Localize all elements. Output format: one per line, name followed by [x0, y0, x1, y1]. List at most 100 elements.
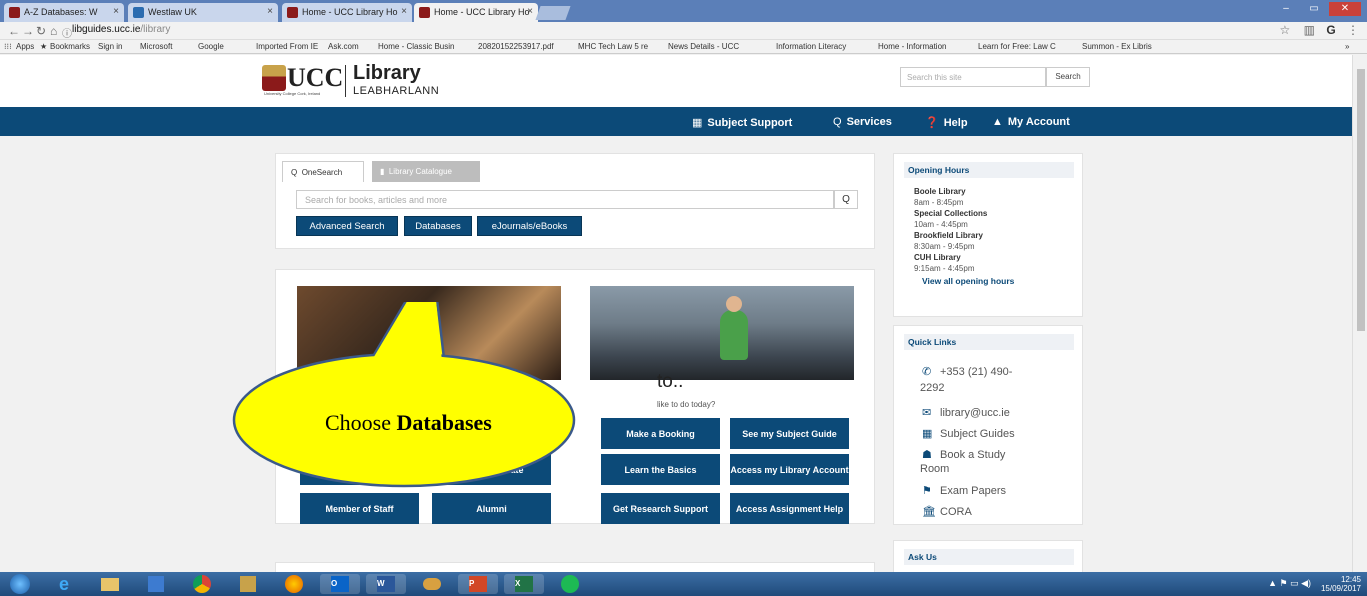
onesearch-search-button[interactable]: Q	[834, 190, 858, 209]
nav-help[interactable]: ❓ Help	[925, 116, 968, 129]
new-tab-button[interactable]	[535, 6, 571, 20]
home-icon[interactable]: ⌂	[50, 24, 57, 38]
bookmark-apps[interactable]: Apps	[16, 42, 34, 51]
opening-hours-list: Boole Library 8am - 8:45pm Special Colle…	[894, 178, 1082, 274]
web-page: UCC University College Cork, Ireland Lib…	[0, 55, 1352, 572]
start-button-icon[interactable]	[2, 574, 38, 594]
site-search-input[interactable]: Search this site	[900, 67, 1046, 87]
hours-time: 8:30am - 9:45pm	[914, 242, 975, 251]
tile-access-assignment-help[interactable]: Access Assignment Help	[730, 493, 849, 524]
outlook-icon[interactable]: O	[320, 574, 360, 594]
card-icon: ▦	[692, 117, 703, 129]
close-icon[interactable]: ×	[401, 6, 407, 17]
cora-link[interactable]: 🏛 CORA	[922, 505, 972, 518]
tab-library-catalogue[interactable]: ▮ Library Catalogue	[372, 161, 480, 182]
apps-icon[interactable]: ⁝⁝⁝	[4, 42, 12, 51]
clock[interactable]: 12:45 15/09/2017	[1321, 575, 1361, 593]
forward-icon[interactable]: →	[22, 24, 34, 38]
browser-tab-1[interactable]: A-Z Databases: W ×	[4, 3, 124, 22]
star-icon[interactable]: ☆	[1280, 23, 1291, 37]
opening-hours-box: Opening Hours Boole Library 8am - 8:45pm…	[893, 153, 1083, 317]
bookmark-imported-ie[interactable]: Imported From IE	[256, 42, 318, 51]
bookmark-google[interactable]: Google	[198, 42, 224, 51]
more-bookmarks-icon[interactable]: »	[1345, 42, 1349, 51]
tile-see-my-subject-guide[interactable]: See my Subject Guide	[730, 418, 849, 449]
want-to-subheading: like to do today?	[657, 400, 716, 409]
url-field[interactable]: libguides.ucc.ie/library	[72, 24, 170, 35]
minimize-icon[interactable]: –	[1273, 2, 1299, 16]
maximize-icon[interactable]: ▭	[1301, 2, 1327, 16]
nav-services[interactable]: Q Services	[833, 116, 892, 128]
page-scrollbar[interactable]	[1352, 55, 1367, 572]
ie-icon[interactable]: e	[44, 574, 84, 594]
app-icon[interactable]	[412, 574, 452, 594]
hours-place: Special Collections	[914, 209, 988, 218]
firefox-icon[interactable]	[274, 574, 314, 594]
ask-us-title: Ask Us	[904, 549, 1074, 565]
close-icon[interactable]: ×	[527, 6, 533, 17]
exam-papers-label: Exam Papers	[940, 485, 1007, 497]
back-icon[interactable]: ←	[8, 24, 20, 38]
bookmark-pdf[interactable]: 20820152253917.pdf	[478, 42, 554, 51]
nav-my-account[interactable]: ▲ My Account	[992, 116, 1070, 128]
tab-onesearch-label: OneSearch	[301, 168, 343, 177]
bookmark-ask[interactable]: Ask.com	[328, 42, 359, 51]
tab-favicon-icon	[287, 7, 298, 18]
bookmark-mhc-tech-law[interactable]: MHC Tech Law 5 re	[578, 42, 648, 51]
bookmark-bookmarks[interactable]: Bookmarks	[50, 42, 90, 51]
media-player-icon[interactable]	[136, 574, 176, 594]
bookmark-information-literacy[interactable]: Information Literacy	[776, 42, 846, 51]
group-icon: ☗	[922, 449, 932, 461]
ejournals-ebooks-button[interactable]: eJournals/eBooks	[477, 216, 582, 236]
cora-label: CORA	[940, 506, 972, 518]
close-icon[interactable]: ×	[267, 6, 273, 17]
ask-us-box: Ask Us	[893, 540, 1083, 572]
phone-link[interactable]: ✆ +353 (21) 490-	[922, 365, 1012, 378]
book-study-room-link[interactable]: ☗ Book a Study	[922, 448, 1005, 461]
extension-g-icon[interactable]: G	[1326, 23, 1335, 37]
site-search-button[interactable]: Search	[1046, 67, 1090, 87]
info-icon[interactable]: ⓘ	[62, 25, 72, 40]
hours-place: Brookfield Library	[914, 231, 983, 240]
close-icon[interactable]: ×	[113, 6, 119, 17]
file-explorer-icon[interactable]	[90, 574, 130, 594]
tab-onesearch[interactable]: Q OneSearch	[282, 161, 364, 182]
bookmark-news-details[interactable]: News Details - UCC	[668, 42, 739, 51]
scrollbar-thumb[interactable]	[1357, 69, 1365, 331]
spotify-icon[interactable]	[550, 574, 590, 594]
chrome-icon[interactable]	[182, 574, 222, 594]
nav-label: Help	[943, 117, 968, 129]
email-link[interactable]: ✉ library@ucc.ie	[922, 406, 1010, 419]
nav-subject-support[interactable]: ▦ Subject Support	[692, 116, 792, 129]
menu-icon[interactable]: ⋮	[1347, 23, 1359, 37]
reload-icon[interactable]: ↻	[36, 24, 46, 38]
extensions-icon[interactable]: ▥	[1304, 23, 1315, 37]
bookmark-microsoft[interactable]: Microsoft	[140, 42, 172, 51]
bookmark-home-information[interactable]: Home - Information	[878, 42, 946, 51]
bookmark-star-icon: ★	[40, 42, 48, 51]
system-tray-icons[interactable]: ▲ ⚑ ▭ ◀)	[1268, 578, 1311, 589]
databases-button[interactable]: Databases	[404, 216, 472, 236]
browser-tab-active[interactable]: Home - UCC Library Ho ×	[414, 3, 538, 22]
email-address: library@ucc.ie	[940, 407, 1010, 419]
bookmark-learn-for-free[interactable]: Learn for Free: Law C	[978, 42, 1056, 51]
bookmark-summon[interactable]: Summon - Ex Libris	[1082, 42, 1152, 51]
word-icon[interactable]: W	[366, 574, 406, 594]
bookmark-sign-in[interactable]: Sign in	[98, 42, 122, 51]
search-icon: Q	[291, 168, 298, 177]
view-all-opening-hours-link[interactable]: View all opening hours	[922, 276, 1014, 286]
powerpoint-icon[interactable]: P	[458, 574, 498, 594]
tab-favicon-icon	[419, 7, 430, 18]
excel-icon[interactable]: X	[504, 574, 544, 594]
subject-guides-link[interactable]: ▦ Subject Guides	[922, 427, 1015, 440]
bookmark-classic-busin[interactable]: Home - Classic Busin	[378, 42, 454, 51]
exam-papers-link[interactable]: ⚑ Exam Papers	[922, 484, 1006, 497]
tile-access-my-library-account[interactable]: Access my Library Account	[730, 454, 849, 485]
browser-tab-3[interactable]: Home - UCC Library Ho ×	[282, 3, 412, 22]
browser-tab-2[interactable]: Westlaw UK ×	[128, 3, 278, 22]
onesearch-input[interactable]: Search for books, articles and more	[296, 190, 834, 209]
tab-catalogue-label: Library Catalogue	[388, 167, 453, 176]
close-window-icon[interactable]: ✕	[1329, 2, 1361, 16]
ucc-app-icon[interactable]	[228, 574, 268, 594]
advanced-search-button[interactable]: Advanced Search	[296, 216, 398, 236]
